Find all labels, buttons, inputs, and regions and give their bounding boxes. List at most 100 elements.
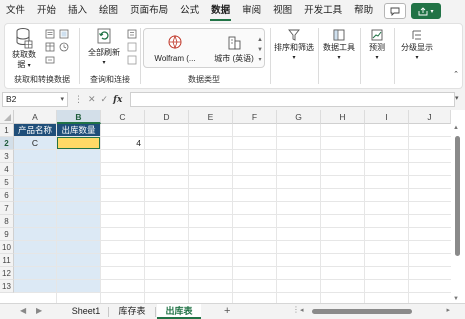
datatype-wolfram[interactable]: Wolfram (...	[148, 33, 202, 64]
group-get-transform: 获取数 据 ▾ 获取和转换数据	[5, 24, 79, 88]
gridline	[364, 124, 365, 303]
row-header-10[interactable]: 10	[0, 241, 14, 254]
select-all-button[interactable]	[0, 110, 14, 124]
forecast-button[interactable]: 预测 ▾	[363, 28, 391, 63]
gridline	[276, 124, 277, 303]
horizontal-scrollbar[interactable]: ◂ ▸	[300, 306, 450, 315]
row-header-9[interactable]: 9	[0, 228, 14, 241]
menu-page-layout[interactable]: 页面布局	[124, 0, 174, 22]
chevron-down-icon[interactable]: ▾	[455, 94, 459, 102]
gallery-scroll-arrows[interactable]: ▲ ▼ ▾	[256, 35, 264, 65]
cell-a1[interactable]: 产品名称	[14, 124, 56, 136]
sheet-tab-outbound[interactable]: 出库表	[157, 304, 201, 319]
cell-b1[interactable]: 出库数量	[57, 124, 100, 136]
get-data-button[interactable]: 获取数 据 ▾	[9, 27, 39, 71]
existing-connections-icon[interactable]	[45, 55, 55, 65]
menu-data[interactable]: 数据	[205, 0, 236, 22]
next-sheet-icon[interactable]: ▶	[36, 306, 42, 315]
ribbon-divider	[360, 28, 361, 84]
scroll-down-icon[interactable]: ▼	[453, 296, 459, 302]
menu-developer[interactable]: 开发工具	[298, 0, 348, 22]
insert-function-icon[interactable]: fx	[113, 95, 122, 105]
scroll-right-icon[interactable]: ▸	[446, 306, 450, 314]
row-header-3[interactable]: 3	[0, 150, 14, 163]
from-table-icon[interactable]	[45, 42, 55, 52]
sheet-tab-sheet1[interactable]: Sheet1	[64, 304, 108, 319]
column-header-a[interactable]: A	[14, 110, 57, 124]
menu-home[interactable]: 开始	[31, 0, 62, 22]
menu-review[interactable]: 审阅	[236, 0, 267, 22]
outline-button[interactable]: 分级显示 ▾	[397, 28, 437, 63]
column-header-f[interactable]: F	[233, 110, 277, 124]
group-label-get-transform: 获取和转换数据	[14, 75, 70, 84]
sort-filter-button[interactable]: 排序和筛选 ▾	[272, 28, 316, 63]
row-header-6[interactable]: 6	[0, 189, 14, 202]
scroll-up-icon[interactable]: ▲	[453, 125, 459, 131]
group-queries-connections: 全部刷新 ▾ 查询和连接	[80, 24, 140, 88]
data-types-gallery: Wolfram (... 城市 (英语) ▲ ▼ ▾	[143, 28, 265, 68]
datatype-wolfram-label: Wolfram (...	[154, 54, 196, 63]
vertical-scrollbar[interactable]: ▲ ▼	[452, 124, 463, 303]
table-body-fill	[14, 137, 101, 293]
row-header-11[interactable]: 11	[0, 254, 14, 267]
column-header-d[interactable]: D	[145, 110, 189, 124]
tab-divider	[108, 307, 109, 317]
prev-sheet-icon[interactable]: ◀	[20, 306, 26, 315]
spreadsheet-grid[interactable]: A B C D E F G H I J 1 2 3 4 5 6 7 8 9 10 11 12 13 产品名称 出库数量 C 4 ▲ ▼	[0, 110, 465, 303]
column-header-g[interactable]: G	[277, 110, 321, 124]
share-button[interactable]: ▾	[411, 3, 441, 19]
add-sheet-button[interactable]: +	[224, 304, 230, 318]
column-header-e[interactable]: E	[189, 110, 233, 124]
row-header-1[interactable]: 1	[0, 124, 14, 137]
row-header-2[interactable]: 2	[0, 137, 14, 150]
row-header-5[interactable]: 5	[0, 176, 14, 189]
cancel-icon[interactable]: ✕	[88, 94, 96, 105]
ribbon-divider	[140, 28, 141, 84]
recent-sources-icon[interactable]	[59, 42, 69, 52]
enter-icon[interactable]: ✓	[101, 94, 109, 105]
column-header-c[interactable]: C	[101, 110, 145, 124]
cell-b2[interactable]	[57, 137, 100, 149]
data-tools-icon	[333, 29, 345, 41]
column-header-b[interactable]: B	[57, 110, 101, 124]
more-options-icon[interactable]: ⋮	[74, 94, 83, 105]
menu-formulas[interactable]: 公式	[174, 0, 205, 22]
properties-icon[interactable]	[127, 42, 137, 52]
scroll-thumb[interactable]	[312, 309, 412, 314]
row-header-4[interactable]: 4	[0, 163, 14, 176]
from-text-icon[interactable]	[45, 29, 55, 39]
edit-links-icon[interactable]	[127, 55, 137, 65]
refresh-all-button[interactable]: 全部刷新 ▾	[83, 27, 125, 68]
from-web-icon[interactable]	[59, 29, 69, 39]
wolfram-icon	[168, 34, 182, 50]
get-data-label-2: 据	[17, 60, 26, 69]
formula-input[interactable]	[130, 92, 455, 107]
data-tools-button[interactable]: 数据工具 ▾	[321, 28, 357, 63]
column-header-j[interactable]: J	[409, 110, 451, 124]
row-header-7[interactable]: 7	[0, 202, 14, 215]
more-options-icon[interactable]: ⋮	[292, 305, 300, 314]
column-header-i[interactable]: I	[365, 110, 409, 124]
refresh-icon	[97, 28, 111, 44]
column-header-h[interactable]: H	[321, 110, 365, 124]
data-tools-label: 数据工具	[323, 43, 355, 52]
collapse-ribbon-icon[interactable]: ⌃	[451, 70, 461, 80]
row-header-13[interactable]: 13	[0, 280, 14, 293]
comments-button[interactable]	[384, 3, 406, 19]
sheet-tab-inventory[interactable]: 库存表	[110, 304, 154, 319]
scroll-thumb[interactable]	[455, 136, 460, 256]
cell-c2[interactable]: 4	[101, 137, 144, 149]
menu-file[interactable]: 文件	[0, 0, 31, 22]
cell-a2[interactable]: C	[14, 137, 56, 149]
menu-insert[interactable]: 插入	[62, 0, 93, 22]
outline-label: 分级显示	[401, 43, 433, 52]
queries-connections-icon[interactable]	[127, 29, 137, 39]
scroll-left-icon[interactable]: ◂	[300, 306, 304, 314]
menu-help[interactable]: 帮助	[348, 0, 379, 22]
datatype-city[interactable]: 城市 (英语)	[206, 33, 262, 64]
menu-view[interactable]: 视图	[267, 0, 298, 22]
menu-draw[interactable]: 绘图	[93, 0, 124, 22]
row-header-8[interactable]: 8	[0, 215, 14, 228]
row-header-12[interactable]: 12	[0, 267, 14, 280]
name-box[interactable]: B2 ▾	[2, 92, 68, 107]
